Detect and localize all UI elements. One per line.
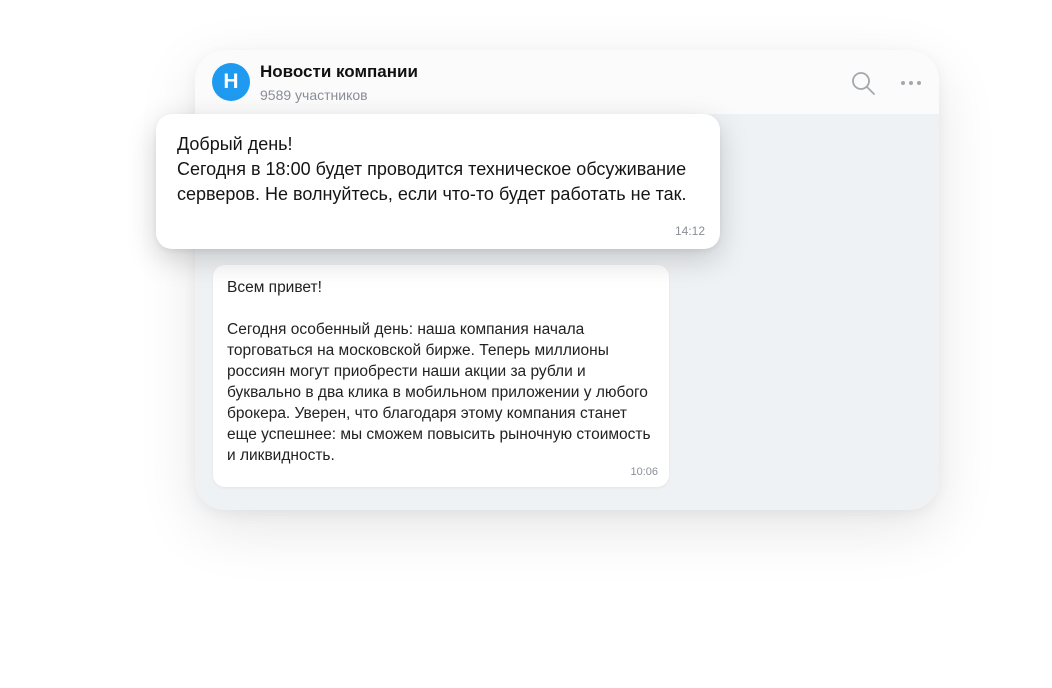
chat-header: Н Новости компании 9589 участников [195, 50, 939, 114]
chat-avatar[interactable]: Н [212, 63, 250, 101]
stage: Н Новости компании 9589 участников Всем … [0, 0, 1052, 688]
message-time: 10:06 [630, 466, 658, 478]
more-dots-icon [901, 81, 921, 85]
message-text: Добрый день! Сегодня в 18:00 будет прово… [177, 134, 687, 204]
member-count: 9589 участников [260, 87, 368, 103]
chat-title[interactable]: Новости компании [260, 62, 418, 82]
search-icon [852, 72, 875, 95]
pinned-message-bubble[interactable]: Добрый день! Сегодня в 18:00 будет прово… [156, 114, 720, 249]
search-button[interactable] [850, 70, 876, 96]
message-bubble[interactable]: Всем привет! Сегодня особенный день: наш… [213, 265, 669, 487]
message-text: Всем привет! Сегодня особенный день: наш… [227, 279, 651, 464]
message-time: 14:12 [674, 224, 705, 238]
more-button[interactable] [899, 70, 923, 96]
